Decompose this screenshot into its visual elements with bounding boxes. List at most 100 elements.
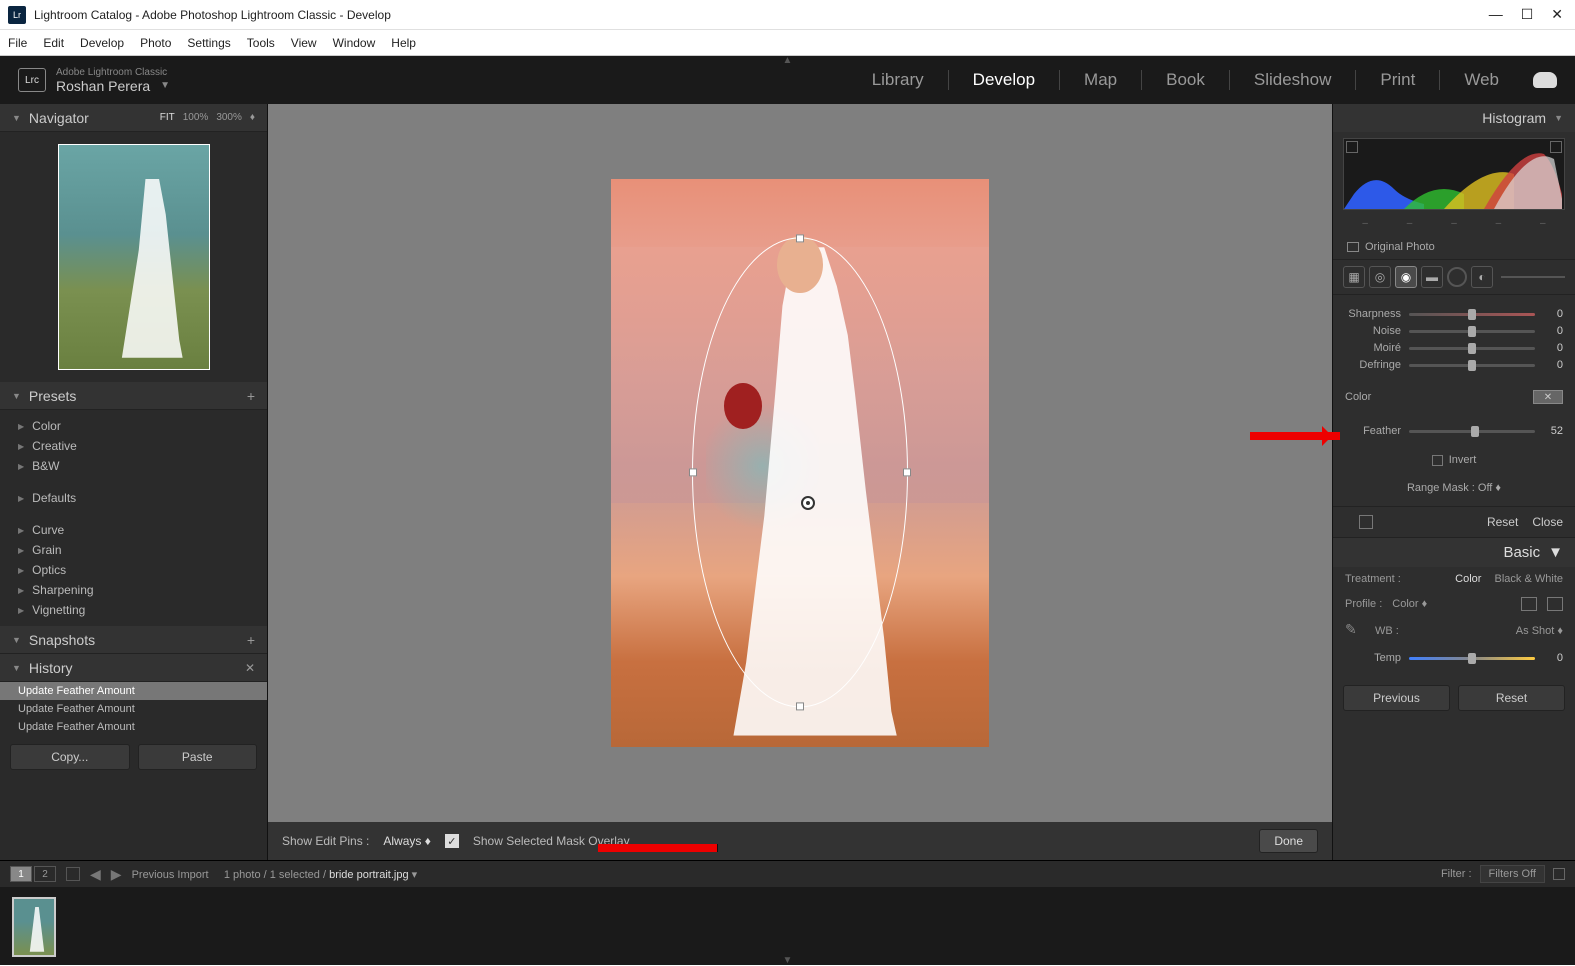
preset-group[interactable]: ▶Optics [0,560,267,580]
noise-slider[interactable]: Noise 0 [1345,325,1563,337]
menu-tools[interactable]: Tools [247,36,275,50]
ellipse-handle-bottom[interactable] [796,702,804,710]
add-preset-icon[interactable]: + [247,388,255,404]
maximize-button[interactable]: ☐ [1521,6,1534,23]
defringe-slider[interactable]: Defringe 0 [1345,359,1563,371]
basic-panel-header[interactable]: Basic▼ [1333,538,1575,567]
module-library[interactable]: Library [872,70,924,90]
feather-slider[interactable]: Feather 52 [1345,425,1563,437]
sharpness-slider[interactable]: Sharpness 0 [1345,308,1563,320]
profile-grid-icon[interactable] [1521,597,1537,611]
preset-group[interactable]: ▶Curve [0,520,267,540]
menu-help[interactable]: Help [391,36,416,50]
history-header[interactable]: ▼ History ✕ [0,654,267,682]
preset-group[interactable]: ▶Color [0,416,267,436]
menu-edit[interactable]: Edit [43,36,64,50]
previous-button[interactable]: Previous [1343,685,1450,711]
filter-dropdown[interactable]: Filters Off [1480,865,1545,883]
copy-button[interactable]: Copy... [10,744,130,770]
paste-button[interactable]: Paste [138,744,258,770]
preset-group[interactable]: ▶Sharpening [0,580,267,600]
nav-forward-icon[interactable]: ▶ [111,866,122,883]
tool-size-slider[interactable] [1501,276,1565,278]
close-tool-button[interactable]: Close [1532,515,1563,529]
filter-lock-icon[interactable] [1553,868,1565,880]
source-label[interactable]: Previous Import [132,869,209,881]
grid-view-icon[interactable] [66,867,80,881]
preset-group[interactable]: ▶Creative [0,436,267,456]
gradient-tool-icon[interactable]: ▬ [1421,266,1443,288]
show-pins-dropdown[interactable]: Always ♦ [383,834,430,848]
radial-tool-icon[interactable] [1447,267,1467,287]
mask-overlay-checkbox[interactable]: ✓ [445,834,459,848]
profile-browser-icon[interactable] [1547,597,1563,611]
redeye-tool-icon[interactable]: ◉ [1395,266,1417,288]
edit-pin[interactable] [801,496,815,510]
secondary-display-2[interactable]: 2 [34,866,56,882]
zoom-fit[interactable]: FIT [160,112,175,123]
wb-eyedropper-icon[interactable]: ✎ [1345,621,1365,641]
original-photo-toggle[interactable]: Original Photo [1333,235,1575,260]
profile-dropdown[interactable]: Color ♦ [1392,598,1427,610]
radial-filter-ellipse[interactable] [692,237,908,707]
invert-checkbox[interactable] [1432,455,1443,466]
module-develop[interactable]: Develop [973,70,1035,90]
color-swatch[interactable] [1533,390,1563,404]
module-web[interactable]: Web [1464,70,1499,90]
spot-tool-icon[interactable]: ◎ [1369,266,1391,288]
collapse-bottom-icon[interactable]: ▼ [783,955,793,966]
history-item[interactable]: Update Feather Amount [0,700,267,718]
menu-view[interactable]: View [291,36,317,50]
menu-settings[interactable]: Settings [187,36,230,50]
temp-slider[interactable]: Temp 0 [1345,652,1563,664]
navigator-header[interactable]: ▼ Navigator FIT 100% 300% ♦ [0,104,267,132]
snapshots-header[interactable]: ▼ Snapshots + [0,626,267,654]
filmstrip-thumbnail[interactable] [12,897,56,957]
zoom-100[interactable]: 100% [183,112,209,123]
menu-photo[interactable]: Photo [140,36,171,50]
treatment-color[interactable]: Color [1455,573,1481,585]
ellipse-handle-left[interactable] [689,468,697,476]
preset-group[interactable]: ▶Grain [0,540,267,560]
add-snapshot-icon[interactable]: + [247,632,255,648]
module-map[interactable]: Map [1084,70,1117,90]
preset-group[interactable]: ▶B&W [0,456,267,476]
panel-switch-icon[interactable] [1359,515,1373,529]
moire-slider[interactable]: Moiré 0 [1345,342,1563,354]
close-button[interactable]: ✕ [1551,6,1563,23]
range-mask-dropdown[interactable]: Off ♦ [1478,482,1501,494]
preset-group[interactable]: ▶Vignetting [0,600,267,620]
ellipse-handle-right[interactable] [903,468,911,476]
zoom-menu-icon[interactable]: ♦ [250,112,255,123]
photo-canvas[interactable] [268,104,1332,822]
histogram-display[interactable] [1343,138,1565,210]
cloud-sync-icon[interactable] [1533,72,1557,88]
history-item[interactable]: Update Feather Amount [0,718,267,736]
nav-back-icon[interactable]: ◀ [90,866,101,883]
identity-menu-icon[interactable]: ▼ [160,80,170,91]
zoom-300[interactable]: 300% [216,112,242,123]
filename-menu-icon[interactable]: ▾ [412,869,418,881]
preset-group[interactable]: ▶Defaults [0,488,267,508]
reset-button[interactable]: Reset [1458,685,1565,711]
menu-file[interactable]: File [8,36,27,50]
module-print[interactable]: Print [1380,70,1415,90]
collapse-top-icon[interactable]: ▲ [783,55,793,66]
crop-tool-icon[interactable]: ▦ [1343,266,1365,288]
wb-dropdown[interactable]: As Shot ♦ [1516,625,1563,637]
module-book[interactable]: Book [1166,70,1205,90]
reset-tool-button[interactable]: Reset [1487,515,1518,529]
ellipse-handle-top[interactable] [796,234,804,242]
clear-history-icon[interactable]: ✕ [245,661,255,675]
secondary-display-1[interactable]: 1 [10,866,32,882]
navigator-preview[interactable] [0,132,267,382]
done-button[interactable]: Done [1259,829,1318,853]
menu-develop[interactable]: Develop [80,36,124,50]
treatment-bw[interactable]: Black & White [1495,573,1563,585]
shadow-clip-icon[interactable] [1346,141,1358,153]
brush-tool-icon[interactable]: ◐ [1471,266,1493,288]
history-item[interactable]: Update Feather Amount [0,682,267,700]
minimize-button[interactable]: — [1489,6,1503,23]
highlight-clip-icon[interactable] [1550,141,1562,153]
histogram-header[interactable]: Histogram▼ [1333,104,1575,132]
